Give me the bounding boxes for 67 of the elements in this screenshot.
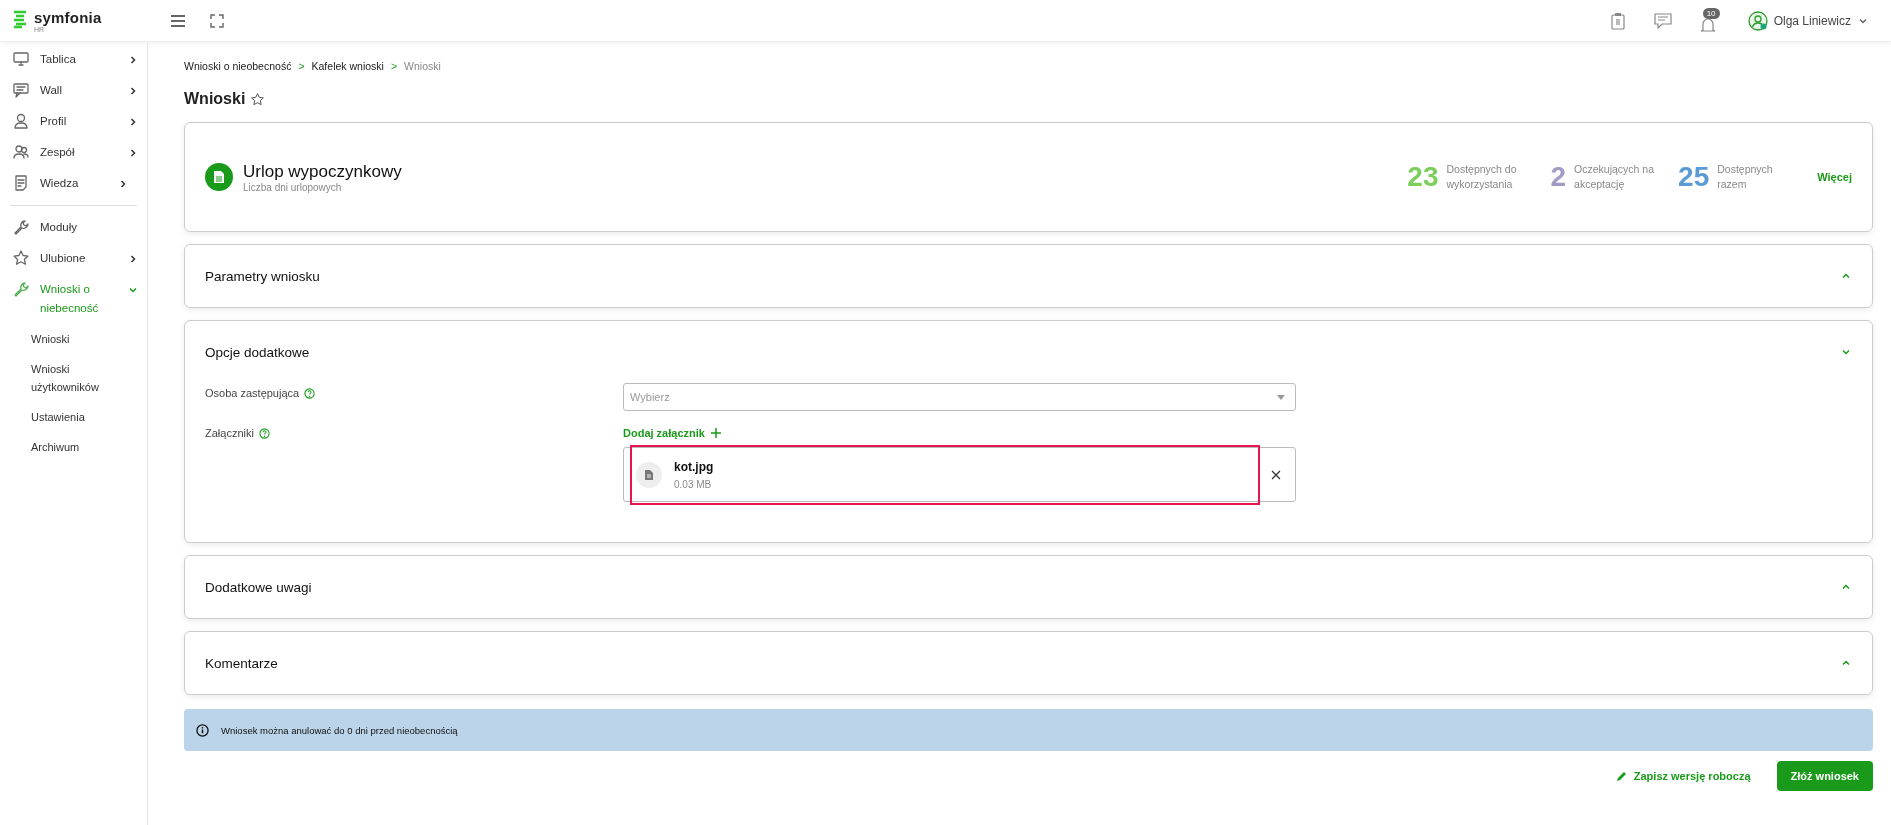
close-icon (1271, 469, 1281, 480)
file-name: kot.jpg (674, 459, 715, 474)
stat-label: Dostępnych razem (1717, 162, 1774, 192)
info-message: Wniosek można anulować do 0 dni przed nieobecnością (221, 724, 458, 736)
sidebar-subitem[interactable]: Wnioski (0, 324, 119, 354)
add-attachment-link[interactable]: Dodaj załącznik (623, 427, 705, 439)
sidebar-item[interactable]: Ulubione (0, 243, 147, 274)
sidebar-item[interactable]: Wall (0, 75, 147, 106)
avatar-icon (1747, 10, 1768, 31)
section-header[interactable]: Parametry wniosku (185, 245, 1872, 307)
user-menu[interactable]: Olga Liniewicz (1747, 10, 1869, 31)
help-icon (304, 387, 316, 399)
logo-icon (12, 8, 28, 29)
page-title: Wnioski (184, 90, 246, 108)
notifications-button[interactable]: 10 (1699, 7, 1720, 34)
sidebar-item[interactable]: Tablica (0, 44, 147, 75)
file-icon (636, 461, 662, 488)
breadcrumb-separator: > (298, 60, 305, 72)
sidebar-item[interactable]: Zespół (0, 137, 147, 168)
wrench-icon (12, 218, 30, 236)
submit-button[interactable]: Złóż wniosek (1776, 761, 1873, 791)
chat-icon (12, 81, 30, 99)
sidebar-subitem[interactable]: Ustawienia (0, 402, 119, 432)
menu-button[interactable] (170, 13, 186, 28)
section-header[interactable]: Opcje dodatkowe (185, 321, 1872, 383)
more-link[interactable]: Więcej (1817, 171, 1852, 183)
card-title: Urlop wypoczynkowy (243, 161, 403, 182)
sidebar-subitem[interactable]: Wnioski użytkowników (0, 354, 119, 402)
stat-label: Dostępnych do wykorzystania (1446, 162, 1518, 192)
people-icon (12, 143, 30, 161)
sidebar-item[interactable]: Wiedza (10, 168, 137, 206)
stat-value: 25 (1678, 161, 1710, 193)
star-icon[interactable] (250, 91, 266, 107)
file-size: 0.03 MB (674, 478, 713, 490)
save-draft-button[interactable]: Zapisz wersję roboczą (1609, 769, 1757, 783)
help-icon (258, 427, 270, 439)
document-icon (12, 174, 30, 192)
wrench-icon (12, 280, 30, 298)
star-icon (12, 249, 30, 267)
field-label: Osoba zastępująca (205, 387, 300, 399)
breadcrumb-link[interactable]: Wnioski (404, 60, 441, 72)
plus-icon (710, 428, 721, 438)
section-header[interactable]: Komentarze (185, 632, 1872, 694)
notification-badge: 10 (1702, 7, 1720, 19)
info-icon (196, 723, 209, 737)
sidebar-item[interactable]: Wnioski o niebecność (0, 274, 147, 324)
monitor-icon (12, 50, 30, 68)
sidebar-item[interactable]: Moduły (0, 212, 147, 243)
breadcrumb-separator: > (390, 60, 398, 72)
person-icon (12, 112, 30, 130)
sidebar-subitem[interactable]: Archiwum (0, 432, 119, 462)
messages-button[interactable] (1653, 12, 1672, 29)
stat-value: 2 (1550, 161, 1567, 193)
fullscreen-button[interactable] (210, 13, 224, 28)
document-icon (205, 163, 233, 191)
logo-text: symfonia (34, 8, 102, 26)
stat-label: Oczekujących na akceptację (1574, 162, 1655, 192)
section-header[interactable]: Dodatkowe uwagi (185, 556, 1872, 618)
dropdown-caret-icon (1277, 394, 1285, 400)
card-subtitle: Liczba dni urlopowych (243, 181, 343, 193)
pencil-icon (1615, 770, 1628, 782)
clipboard-button[interactable] (1609, 11, 1626, 30)
breadcrumb-link[interactable]: Kafelek wnioski (311, 60, 384, 72)
stat-value: 23 (1407, 161, 1439, 193)
sidebar-item[interactable]: Profil (0, 106, 147, 137)
breadcrumb-link[interactable]: Wnioski o nieobecność (184, 60, 292, 72)
field-label: Załączniki (205, 427, 254, 439)
